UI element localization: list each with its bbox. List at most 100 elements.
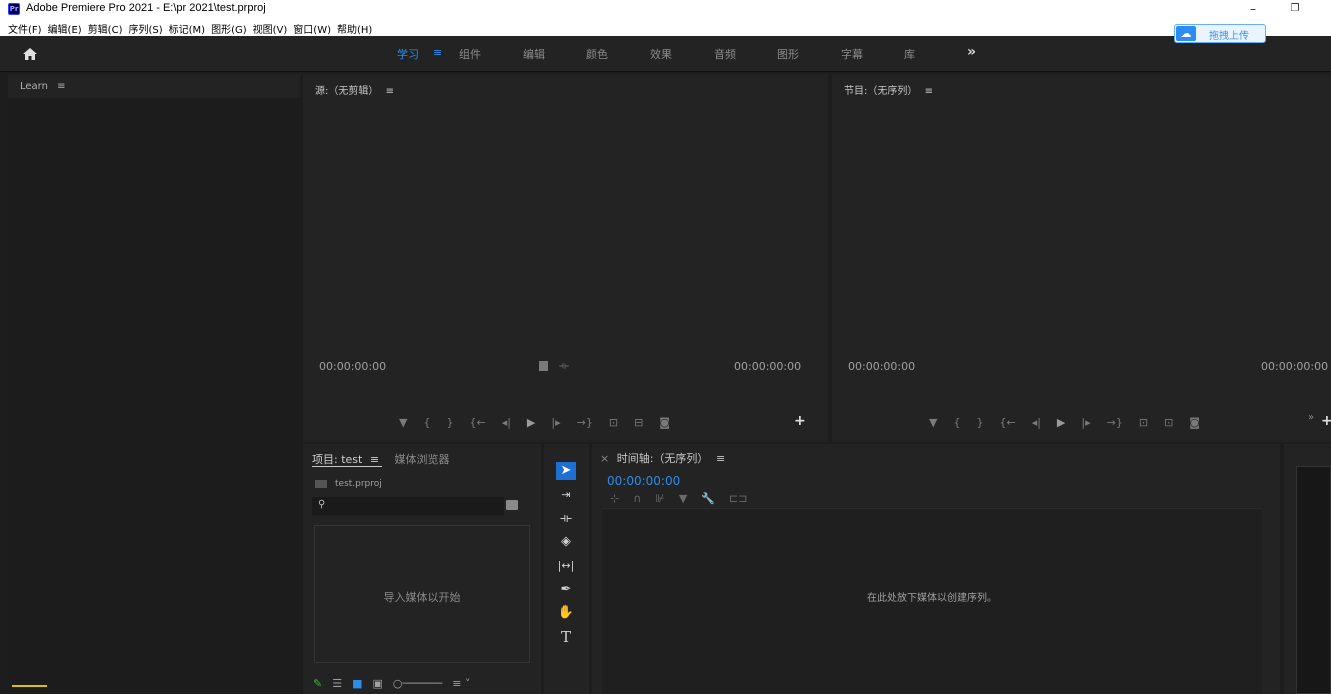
more-workspaces-icon[interactable]: » (967, 44, 976, 60)
cloud-icon: ☁ (1176, 26, 1196, 41)
workspace-menu-icon[interactable]: ≡ (433, 46, 442, 59)
overwrite-icon[interactable]: ⊟ (634, 416, 643, 429)
timeline-timecode[interactable]: 00:00:00:00 (607, 474, 680, 488)
menu-bar: 文件(F) 编辑(E) 剪辑(C) 序列(S) 标记(M) 图形(G) 视图(V… (0, 18, 1331, 36)
program-monitor-title[interactable]: 节目:（无序列） (844, 86, 917, 97)
add-marker-icon[interactable]: ▼ (399, 416, 407, 429)
tab-media-browser[interactable]: 媒体浏览器 (395, 453, 450, 466)
pen-tool-icon[interactable]: ✒ (556, 581, 576, 599)
menu-graphics[interactable]: 图形(G) (211, 21, 247, 36)
premiere-app-icon: Pr (8, 3, 20, 15)
button-editor-plus-icon[interactable]: + (794, 413, 806, 429)
go-to-in-icon[interactable]: {← (469, 416, 485, 429)
workspace-tab-color[interactable]: 颜色 (586, 46, 608, 62)
program-transport-controls: ▼ { } {← ◂| ▶ |▸ →} ⊡ ⊡ ◙ (929, 416, 1200, 429)
button-editor-plus-icon[interactable]: + (1321, 413, 1331, 429)
timeline-title[interactable]: 时间轴:（无序列） (617, 452, 709, 465)
menu-help[interactable]: 帮助(H) (337, 21, 372, 36)
upload-widget[interactable]: ☁ 拖拽上传 (1174, 24, 1266, 43)
timeline-menu-icon[interactable]: ≡ (716, 452, 725, 465)
hand-tool-icon[interactable]: ✋ (556, 604, 576, 622)
audio-meter (1296, 466, 1331, 694)
new-bin-icon[interactable] (506, 500, 518, 510)
import-media-drop-area[interactable]: 导入媒体以开始 (314, 525, 530, 663)
menu-window[interactable]: 窗口(W) (293, 21, 331, 36)
project-search-input[interactable]: ⚲ (312, 497, 504, 515)
restore-button[interactable]: ❐ (1283, 0, 1307, 18)
extract-icon[interactable]: ⊡ (1164, 416, 1173, 429)
timeline-drop-prompt: 在此处放下媒体以创建序列。 (867, 593, 997, 604)
play-icon[interactable]: ▶ (1057, 416, 1065, 429)
nest-icon[interactable]: ⊹ (610, 492, 619, 505)
more-controls-icon[interactable]: » (1308, 412, 1314, 423)
go-to-out-icon[interactable]: →} (1107, 416, 1123, 429)
type-tool-icon[interactable]: T (556, 628, 576, 646)
fit-dropdown-icon[interactable] (539, 361, 548, 371)
home-icon[interactable] (22, 46, 38, 62)
sort-icons-icon[interactable]: ≡ ˅ (452, 677, 470, 690)
add-marker-icon[interactable]: ▼ (929, 416, 937, 429)
step-back-icon[interactable]: ◂| (1032, 416, 1041, 429)
slip-tool-icon[interactable]: |↔| (556, 557, 576, 575)
insert-icon[interactable]: ⊡ (609, 416, 618, 429)
workspace-tab-effects[interactable]: 效果 (650, 46, 672, 62)
workspace-tab-graphics[interactable]: 图形 (777, 46, 799, 62)
play-icon[interactable]: ▶ (527, 416, 535, 429)
workspace-tab-learning[interactable]: 学习 (397, 46, 419, 62)
menu-edit[interactable]: 编辑(E) (48, 21, 82, 36)
menu-sequence[interactable]: 序列(S) (128, 21, 162, 36)
menu-view[interactable]: 视图(V) (253, 21, 288, 36)
zoom-slider[interactable]: ○────── (393, 677, 442, 690)
mark-in-icon[interactable]: { (423, 416, 430, 429)
track-select-tool-icon[interactable]: ⇥ (556, 486, 576, 504)
pencil-icon[interactable]: ✎ (313, 677, 322, 690)
step-back-icon[interactable]: ◂| (502, 416, 511, 429)
workspace-tab-editing[interactable]: 编辑 (523, 46, 545, 62)
menu-clip[interactable]: 剪辑(C) (88, 21, 123, 36)
workspace-tab-libraries[interactable]: 库 (904, 46, 915, 62)
mark-out-icon[interactable]: } (976, 416, 983, 429)
wrench-settings-icon[interactable]: 🔧 (701, 492, 715, 505)
mark-out-icon[interactable]: } (446, 416, 453, 429)
ripple-edit-tool-icon[interactable]: ⟛ (556, 510, 576, 528)
program-monitor-menu-icon[interactable]: ≡ (925, 86, 933, 97)
mark-in-icon[interactable]: { (953, 416, 960, 429)
export-frame-icon[interactable]: ◙ (659, 416, 670, 429)
learn-panel-title[interactable]: Learn (20, 81, 48, 92)
project-panel-menu-icon[interactable]: ≡ (370, 453, 379, 466)
razor-tool-icon[interactable]: ◈ (556, 533, 576, 551)
selection-tool-icon[interactable]: ➤ (556, 462, 576, 480)
minimize-button[interactable]: – (1241, 0, 1265, 18)
project-panel-footer: ✎ ☰ ■ ▣ ○────── ≡ ˅ (313, 677, 470, 690)
captions-icon[interactable]: ⊏⊐ (729, 492, 747, 505)
source-monitor-title[interactable]: 源:（无剪辑） (315, 86, 378, 97)
source-playhead-timecode[interactable]: 00:00:00:00 (319, 360, 386, 373)
menu-file[interactable]: 文件(F) (8, 21, 42, 36)
tab-project[interactable]: 项目: test (312, 453, 362, 466)
workspace-tab-audio[interactable]: 音频 (714, 46, 736, 62)
title-bar: Pr Adobe Premiere Pro 2021 - E:\pr 2021\… (0, 0, 1331, 18)
freeform-view-icon[interactable]: ▣ (373, 677, 383, 690)
go-to-out-icon[interactable]: →} (577, 416, 593, 429)
project-file-icon (315, 479, 327, 488)
workspace-tab-assembly[interactable]: 组件 (459, 46, 481, 62)
snap-icon[interactable]: ∩ (633, 492, 641, 505)
step-forward-icon[interactable]: |▸ (1081, 416, 1090, 429)
go-to-in-icon[interactable]: {← (999, 416, 1015, 429)
timeline-track-area[interactable]: 在此处放下媒体以创建序列。 (602, 508, 1262, 694)
icon-view-icon[interactable]: ■ (352, 677, 362, 690)
menu-markers[interactable]: 标记(M) (169, 21, 205, 36)
learn-panel-menu-icon[interactable]: ≡ (57, 81, 65, 92)
linked-selection-icon[interactable]: ⊮ (655, 492, 665, 505)
source-monitor-menu-icon[interactable]: ≡ (386, 86, 394, 97)
wrench-settings-icon[interactable]: ⟛ (559, 359, 569, 373)
workspace-tab-captions[interactable]: 字幕 (841, 46, 863, 62)
close-timeline-icon[interactable]: × (600, 452, 609, 465)
lift-icon[interactable]: ⊡ (1139, 416, 1148, 429)
timeline-toolbar: ⊹ ∩ ⊮ ▼ 🔧 ⊏⊐ (610, 492, 747, 505)
add-marker-icon[interactable]: ▼ (679, 492, 687, 505)
export-frame-icon[interactable]: ◙ (1189, 416, 1200, 429)
list-view-icon[interactable]: ☰ (332, 677, 342, 690)
step-forward-icon[interactable]: |▸ (551, 416, 560, 429)
program-playhead-timecode[interactable]: 00:00:00:00 (848, 360, 915, 373)
